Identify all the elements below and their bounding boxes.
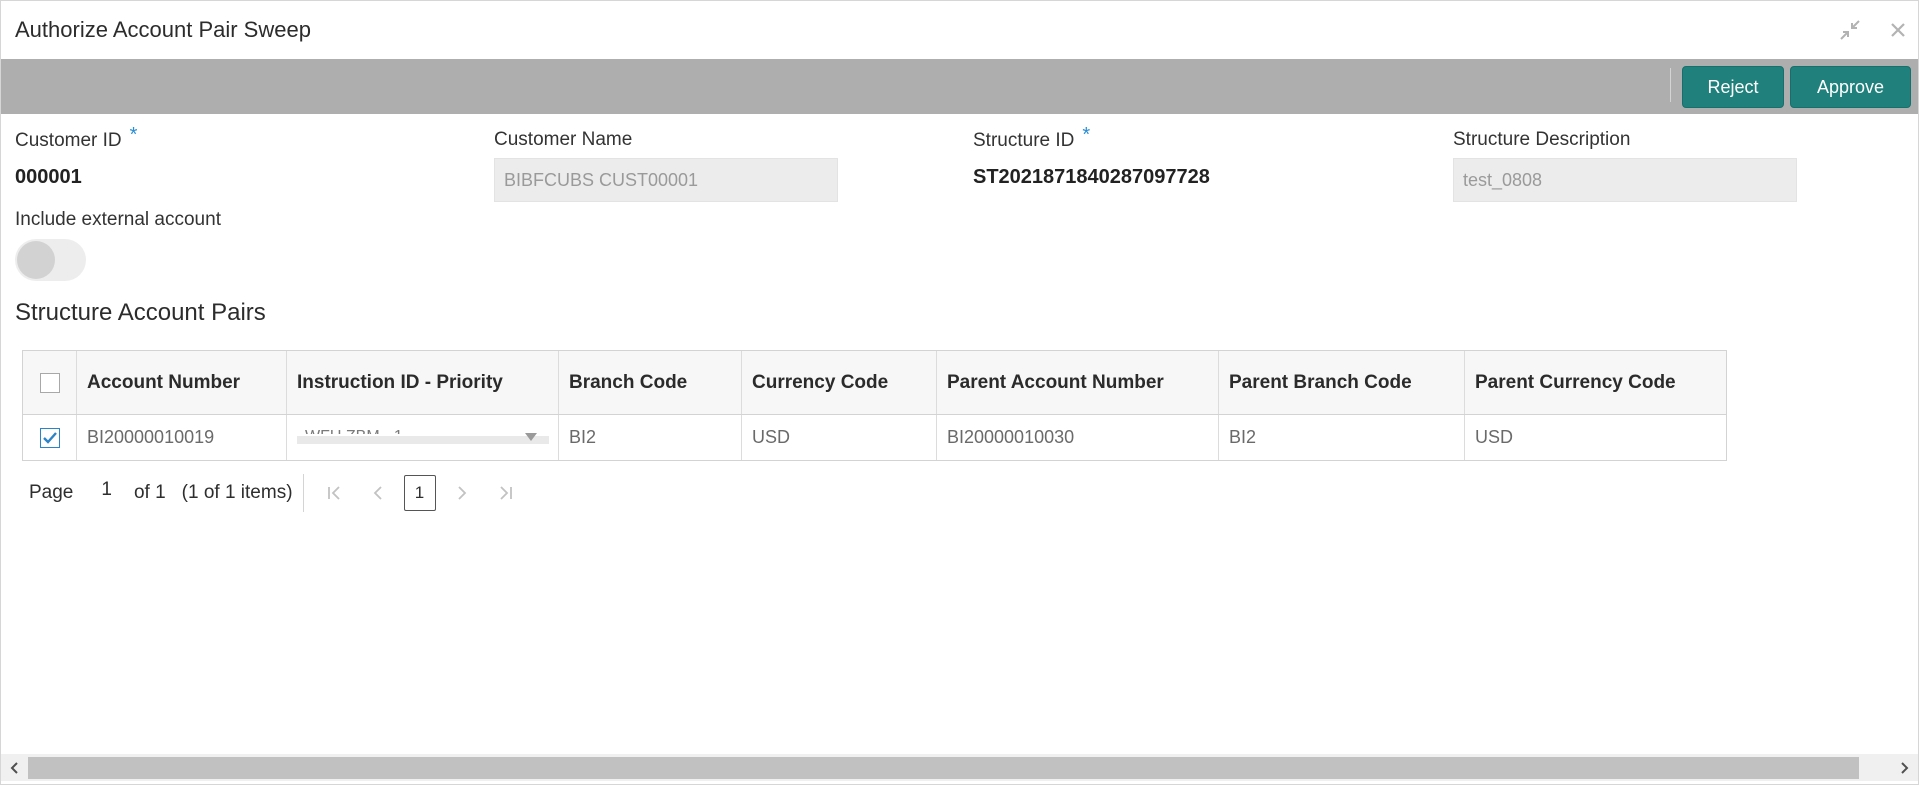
row-checkbox[interactable] bbox=[39, 427, 60, 448]
next-page-icon[interactable] bbox=[440, 473, 484, 513]
include-external-account-toggle[interactable] bbox=[15, 239, 86, 281]
structure-description-label: Structure Description bbox=[1453, 129, 1631, 150]
title-bar: Authorize Account Pair Sweep bbox=[1, 1, 1918, 59]
section-title: Structure Account Pairs bbox=[15, 299, 266, 326]
items-count-text: (1 of 1 items) bbox=[181, 482, 293, 503]
required-asterisk: * bbox=[1082, 124, 1091, 146]
branch-code-cell: BI2 bbox=[559, 415, 742, 460]
customer-id-value: 000001 bbox=[15, 166, 82, 188]
parent-account-number-cell: BI20000010030 bbox=[937, 415, 1219, 460]
pagination: Page 1 of 1 (1 of 1 items) 1 bbox=[29, 473, 528, 513]
parent-currency-code-cell: USD bbox=[1475, 427, 1514, 447]
previous-page-icon[interactable] bbox=[356, 473, 400, 513]
approve-button[interactable]: Approve bbox=[1790, 66, 1911, 108]
scroll-right-icon[interactable] bbox=[1895, 757, 1915, 779]
required-asterisk: * bbox=[129, 124, 138, 146]
window-title: Authorize Account Pair Sweep bbox=[15, 17, 311, 42]
select-all-checkbox[interactable] bbox=[39, 372, 60, 393]
last-page-icon[interactable] bbox=[484, 473, 528, 513]
collapse-arrows-icon[interactable] bbox=[1837, 17, 1863, 43]
customer-id-label-text: Customer ID bbox=[15, 130, 122, 151]
column-header-branch-code[interactable]: Branch Code bbox=[559, 351, 742, 414]
customer-name-field[interactable]: BIBFCUBS CUST00001 bbox=[494, 158, 838, 202]
current-page-input[interactable]: 1 bbox=[101, 479, 112, 501]
table-row[interactable]: BI20000010019 WFU ZBM - 1 BI2 USD BI2000… bbox=[23, 415, 1726, 460]
pager-divider bbox=[302, 474, 304, 512]
instruction-priority-value: WFU ZBM - 1 bbox=[305, 424, 403, 434]
include-external-account-label: Include external account bbox=[15, 209, 221, 230]
column-header-account-number[interactable]: Account Number bbox=[77, 351, 287, 414]
close-icon[interactable] bbox=[1885, 17, 1911, 43]
structure-description-field[interactable]: test_0808 bbox=[1453, 158, 1797, 202]
scroll-left-icon[interactable] bbox=[4, 757, 24, 779]
checkmark-icon bbox=[42, 431, 57, 444]
select-all-cell bbox=[23, 351, 77, 414]
account-pairs-grid: Account Number Instruction ID - Priority… bbox=[22, 350, 1727, 461]
customer-name-label: Customer Name bbox=[494, 129, 633, 150]
column-header-parent-currency-code[interactable]: Parent Currency Code bbox=[1465, 351, 1726, 414]
account-number-cell: BI20000010019 bbox=[77, 415, 287, 460]
toolbar-divider bbox=[1670, 68, 1671, 102]
grid-header-row: Account Number Instruction ID - Priority… bbox=[23, 351, 1726, 415]
column-header-parent-account-number[interactable]: Parent Account Number bbox=[937, 351, 1219, 414]
authorize-account-pair-sweep-window: Authorize Account Pair Sweep Reject Appr… bbox=[0, 0, 1919, 785]
reject-button[interactable]: Reject bbox=[1682, 66, 1784, 108]
customer-id-label: Customer ID * bbox=[15, 124, 137, 152]
column-header-parent-branch-code[interactable]: Parent Branch Code bbox=[1219, 351, 1465, 414]
structure-id-label: Structure ID * bbox=[973, 124, 1090, 152]
dropdown-arrow-icon bbox=[525, 432, 537, 441]
structure-id-label-text: Structure ID bbox=[973, 130, 1075, 151]
page-label: Page bbox=[29, 482, 74, 503]
first-page-icon[interactable] bbox=[312, 473, 356, 513]
horizontal-scrollbar[interactable] bbox=[1, 754, 1918, 781]
instruction-priority-cell: WFU ZBM - 1 bbox=[287, 415, 559, 460]
structure-id-value: ST2021871840287097728 bbox=[973, 166, 1210, 188]
parent-branch-code-cell: BI2 bbox=[1219, 415, 1465, 460]
column-header-currency-code[interactable]: Currency Code bbox=[742, 351, 937, 414]
page-number-button[interactable]: 1 bbox=[403, 475, 436, 511]
scrollbar-thumb[interactable] bbox=[28, 757, 1859, 779]
currency-code-cell: USD bbox=[742, 415, 937, 460]
instruction-priority-select[interactable]: WFU ZBM - 1 bbox=[297, 428, 549, 444]
toggle-knob bbox=[17, 241, 55, 279]
column-header-instruction-priority[interactable]: Instruction ID - Priority bbox=[287, 351, 559, 414]
action-toolbar: Reject Approve bbox=[1, 59, 1918, 114]
row-select-cell bbox=[23, 415, 77, 460]
page-count-text: of 1 bbox=[133, 482, 166, 503]
